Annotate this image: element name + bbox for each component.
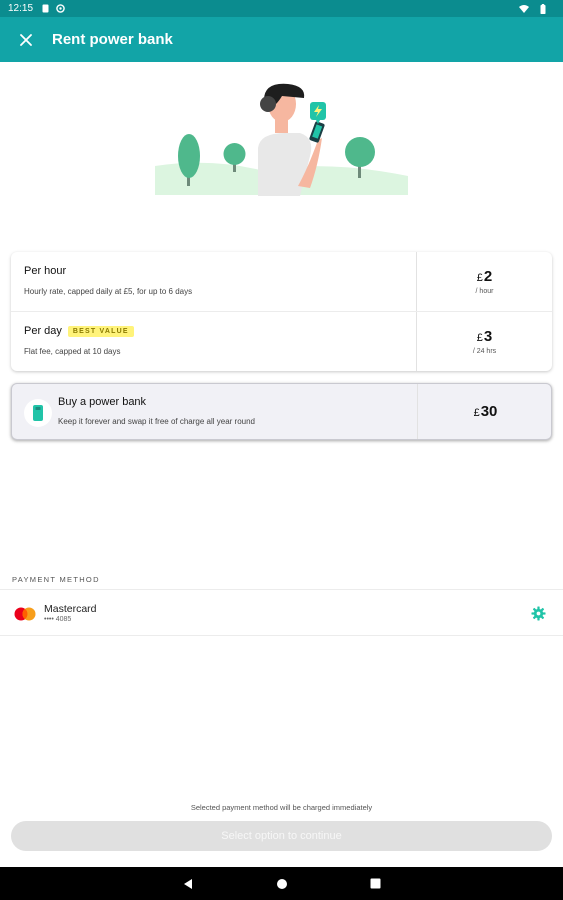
continue-button[interactable]: Select option to continue xyxy=(11,821,552,851)
sim-icon xyxy=(41,4,50,13)
power-bank-icon xyxy=(24,399,52,427)
rate-option-description: Flat fee, capped at 10 days xyxy=(24,347,121,356)
rate-option-per-hour[interactable]: Per hour Hourly rate, capped daily at £5… xyxy=(11,252,552,312)
app-bar: Rent power bank xyxy=(0,17,563,62)
back-icon xyxy=(183,878,192,889)
payment-method-row[interactable]: Mastercard •••• 4085 xyxy=(0,589,563,636)
data-saver-icon xyxy=(56,4,65,13)
price-currency: £ xyxy=(476,331,483,344)
buy-option-description: Keep it forever and swap it free of char… xyxy=(58,417,255,426)
payment-method-label: PAYMENT METHOD xyxy=(12,575,100,584)
buy-option-name: Buy a power bank xyxy=(58,396,147,408)
charge-note: Selected payment method will be charged … xyxy=(190,803,373,812)
price-unit: / hour xyxy=(475,287,494,295)
price-amount: £3 xyxy=(476,327,493,346)
price-currency: £ xyxy=(476,271,483,284)
rate-option-name-row: Per day BEST VALUE xyxy=(24,324,403,338)
gear-icon[interactable] xyxy=(531,606,546,621)
rate-option-price: £2 / hour xyxy=(417,252,552,311)
page-title: Rent power bank xyxy=(52,31,173,48)
buy-option-info: Buy a power bank Keep it forever and swa… xyxy=(12,384,417,439)
hero-illustration xyxy=(150,78,412,198)
price-amount: £2 xyxy=(476,267,493,286)
buy-option-card: Buy a power bank Keep it forever and swa… xyxy=(11,383,552,440)
wifi-icon xyxy=(519,4,529,13)
status-bar: 12:15 xyxy=(0,0,563,17)
rate-option-description: Hourly rate, capped daily at £5, for up … xyxy=(24,287,193,296)
back-button[interactable] xyxy=(180,876,196,892)
price-value: 2 xyxy=(483,267,493,285)
rate-option-info: Per day BEST VALUE Flat fee, capped at 1… xyxy=(11,312,416,371)
card-brand: Mastercard xyxy=(44,603,97,615)
home-button[interactable] xyxy=(274,876,290,892)
buy-option-price: £30 xyxy=(418,384,551,439)
card-number: •••• 4085 xyxy=(44,616,72,623)
best-value-badge: BEST VALUE xyxy=(67,325,134,337)
status-time: 12:15 xyxy=(8,3,34,14)
rate-option-price: £3 / 24 hrs xyxy=(417,312,552,371)
close-icon xyxy=(20,33,32,46)
rate-option-per-day[interactable]: Per day BEST VALUE Flat fee, capped at 1… xyxy=(11,312,552,371)
rate-option-info: Per hour Hourly rate, capped daily at £5… xyxy=(11,252,416,311)
battery-icon xyxy=(540,4,549,14)
price-value: 3 xyxy=(483,327,493,345)
payment-method-details: Mastercard •••• 4085 xyxy=(44,603,97,623)
price-value: 30 xyxy=(480,403,498,420)
rate-option-name: Per day xyxy=(24,325,62,337)
close-button[interactable] xyxy=(0,17,52,62)
price-currency: £ xyxy=(473,407,480,419)
home-icon xyxy=(276,878,287,889)
recents-button[interactable] xyxy=(368,876,384,892)
mastercard-icon xyxy=(14,607,36,621)
rate-options-card: Per hour Hourly rate, capped daily at £5… xyxy=(11,252,552,371)
price-unit: / 24 hrs xyxy=(472,347,497,355)
recents-icon xyxy=(370,878,381,889)
system-nav-bar xyxy=(0,867,563,900)
price-amount: £30 xyxy=(474,404,498,421)
rate-option-name: Per hour xyxy=(24,265,67,277)
buy-power-bank-option[interactable]: Buy a power bank Keep it forever and swa… xyxy=(12,384,551,439)
